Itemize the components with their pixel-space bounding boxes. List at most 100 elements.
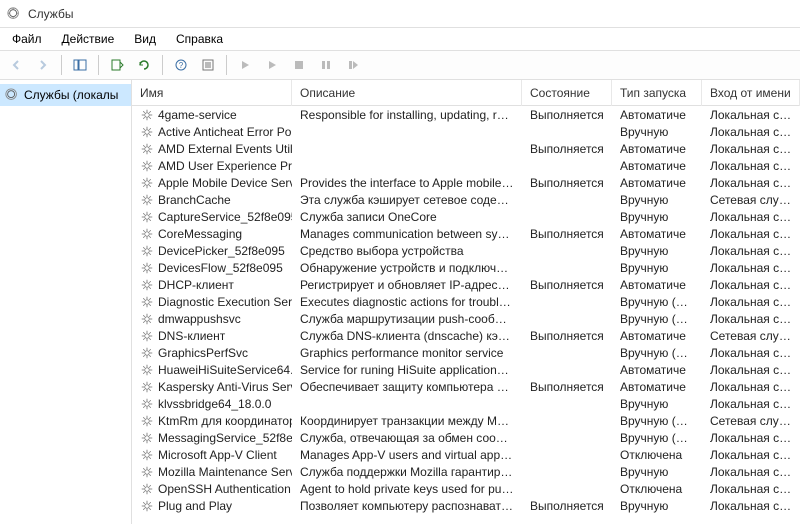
- cell-logon: Локальная сис...: [702, 397, 800, 411]
- table-row[interactable]: DevicesFlow_52f8e095Обнаружение устройст…: [132, 259, 800, 276]
- cell-description: Эта служба кэширует сетевое содержимо...: [292, 193, 522, 207]
- table-row[interactable]: Kaspersky Anti-Virus Servic...Обеспечива…: [132, 378, 800, 395]
- cell-description: Позволяет компьютеру распознавать ...: [292, 499, 522, 513]
- cell-startup: Вручную (ак...: [612, 295, 702, 309]
- services-icon: [4, 87, 20, 103]
- cell-startup: Автоматиче: [612, 108, 702, 122]
- cell-name: DHCP-клиент: [132, 278, 292, 292]
- table-row[interactable]: DNS-клиентСлужба DNS-клиента (dnscache) …: [132, 327, 800, 344]
- service-name-label: MessagingService_52f8e095: [158, 431, 292, 445]
- table-row[interactable]: KtmRm для координатора ...Координирует т…: [132, 412, 800, 429]
- table-row[interactable]: GraphicsPerfSvcGraphics performance moni…: [132, 344, 800, 361]
- cell-state: Выполняется: [522, 176, 612, 190]
- table-row[interactable]: DHCP-клиентРегистрирует и обновляет IP-а…: [132, 276, 800, 293]
- gear-icon: [140, 244, 154, 258]
- column-header-logon[interactable]: Вход от имени: [702, 80, 800, 106]
- gear-icon: [140, 482, 154, 496]
- cell-logon: Локальная сис...: [702, 176, 800, 190]
- table-row[interactable]: Mozilla Maintenance ServiceСлужба поддер…: [132, 463, 800, 480]
- start-service-button: [233, 53, 257, 77]
- table-row[interactable]: dmwappushsvc Служба маршрутизации push-со…: [132, 310, 800, 327]
- table-row[interactable]: AMD External Events UtilityВыполняетсяАв…: [132, 140, 800, 157]
- gear-icon: [140, 108, 154, 122]
- cell-startup: Автоматиче: [612, 329, 702, 343]
- menu-action[interactable]: Действие: [52, 29, 125, 49]
- tree-item-services-local[interactable]: Службы (локалы: [0, 84, 131, 106]
- table-row[interactable]: HuaweiHiSuiteService64.exeService for ru…: [132, 361, 800, 378]
- table-row[interactable]: Apple Mobile Device ServiceProvides the …: [132, 174, 800, 191]
- tree-pane[interactable]: Службы (локалы: [0, 80, 132, 524]
- service-name-label: AMD User Experience Progr...: [158, 159, 292, 173]
- cell-name: Kaspersky Anti-Virus Servic...: [132, 380, 292, 394]
- cell-description: Обеспечивает защиту компьютера от вир...: [292, 380, 522, 394]
- cell-name: klvssbridge64_18.0.0: [132, 397, 292, 411]
- table-row[interactable]: Plug and PlayПозволяет компьютеру распоз…: [132, 497, 800, 514]
- gear-icon: [140, 414, 154, 428]
- table-row[interactable]: AMD User Experience Progr...АвтоматичеЛо…: [132, 157, 800, 174]
- cell-name: DNS-клиент: [132, 329, 292, 343]
- table-row[interactable]: Diagnostic Execution ServiceExecutes dia…: [132, 293, 800, 310]
- cell-logon: Локальная сис...: [702, 108, 800, 122]
- list-pane: Имя Описание Состояние Тип запуска Вход …: [132, 80, 800, 524]
- cell-logon: Локальная сис...: [702, 499, 800, 513]
- table-row[interactable]: Active Anticheat Error Port ...ВручнуюЛо…: [132, 123, 800, 140]
- gear-icon: [140, 312, 154, 326]
- gear-icon: [140, 159, 154, 173]
- help-button[interactable]: ?: [169, 53, 193, 77]
- table-row[interactable]: klvssbridge64_18.0.0 ВручнуюЛокальная сис…: [132, 395, 800, 412]
- cell-startup: Автоматиче: [612, 278, 702, 292]
- cell-logon: Локальная сис...: [702, 363, 800, 377]
- cell-startup: Автоматиче: [612, 363, 702, 377]
- cell-description: Обнаружение устройств и подключение: [292, 261, 522, 275]
- gear-icon: [140, 295, 154, 309]
- service-name-label: Diagnostic Execution Service: [158, 295, 292, 309]
- cell-name: KtmRm для координатора ...: [132, 414, 292, 428]
- gear-icon: [140, 363, 154, 377]
- cell-name: GraphicsPerfSvc: [132, 346, 292, 360]
- table-row[interactable]: DevicePicker_52f8e095Средство выбора уст…: [132, 242, 800, 259]
- service-name-label: dmwappushsvc: [158, 312, 241, 326]
- cell-name: MessagingService_52f8e095: [132, 431, 292, 445]
- gear-icon: [140, 465, 154, 479]
- cell-description: Provides the interface to Apple mobile d…: [292, 176, 522, 190]
- menu-help[interactable]: Справка: [166, 29, 233, 49]
- column-header-description[interactable]: Описание: [292, 80, 522, 106]
- refresh-button[interactable]: [132, 53, 156, 77]
- table-row[interactable]: MessagingService_52f8e095Служба, отвечаю…: [132, 429, 800, 446]
- cell-startup: Вручную: [612, 397, 702, 411]
- cell-state: Выполняется: [522, 227, 612, 241]
- cell-name: dmwappushsvc: [132, 312, 292, 326]
- menu-view[interactable]: Вид: [124, 29, 166, 49]
- menu-file[interactable]: Файл: [2, 29, 52, 49]
- cell-logon: Локальная сис...: [702, 482, 800, 496]
- cell-name: Microsoft App-V Client: [132, 448, 292, 462]
- cell-name: BranchCache: [132, 193, 292, 207]
- show-hide-tree-button[interactable]: [68, 53, 92, 77]
- column-header-name[interactable]: Имя: [132, 80, 292, 106]
- column-header-state[interactable]: Состояние: [522, 80, 612, 106]
- table-row[interactable]: CaptureService_52f8e095Служба записи One…: [132, 208, 800, 225]
- gear-icon: [140, 125, 154, 139]
- service-name-label: Microsoft App-V Client: [158, 448, 277, 462]
- list-body[interactable]: 4game-serviceResponsible for installing,…: [132, 106, 800, 524]
- gear-icon: [140, 346, 154, 360]
- cell-startup: Вручную (ак...: [612, 431, 702, 445]
- table-row[interactable]: 4game-serviceResponsible for installing,…: [132, 106, 800, 123]
- nav-back-button: [4, 53, 28, 77]
- column-header-startup[interactable]: Тип запуска: [612, 80, 702, 106]
- table-row[interactable]: CoreMessagingManages communication betwe…: [132, 225, 800, 242]
- titlebar: Службы: [0, 0, 800, 28]
- cell-description: Служба маршрутизации push-сообщений...: [292, 312, 522, 326]
- cell-name: HuaweiHiSuiteService64.exe: [132, 363, 292, 377]
- table-row[interactable]: OpenSSH Authentication A...Agent to hold…: [132, 480, 800, 497]
- table-row[interactable]: Microsoft App-V ClientManages App-V user…: [132, 446, 800, 463]
- cell-startup: Автоматиче: [612, 176, 702, 190]
- cell-description: Служба записи OneCore: [292, 210, 522, 224]
- gear-icon: [140, 227, 154, 241]
- export-list-button[interactable]: [105, 53, 129, 77]
- pause-service-button: [287, 53, 311, 77]
- table-row[interactable]: BranchCacheЭта служба кэширует сетевое с…: [132, 191, 800, 208]
- cell-description: Средство выбора устройства: [292, 244, 522, 258]
- properties-button[interactable]: [196, 53, 220, 77]
- cell-state: Выполняется: [522, 108, 612, 122]
